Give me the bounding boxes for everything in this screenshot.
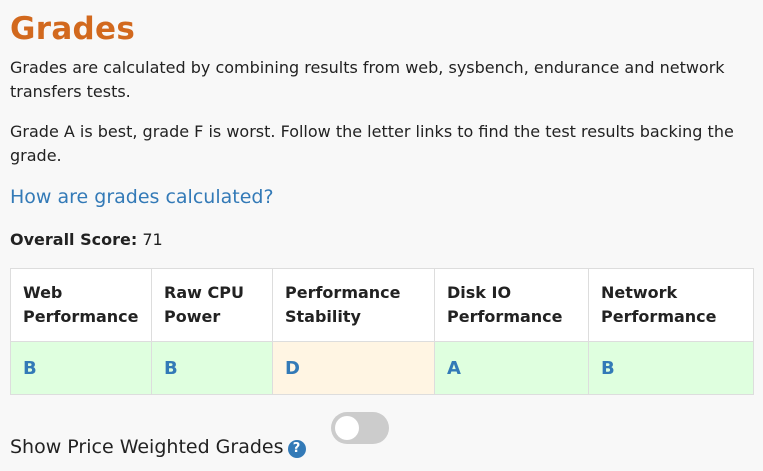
cell-raw-cpu-power: B: [151, 341, 273, 395]
cell-network-performance: B: [588, 341, 754, 395]
header-network-performance: Network Performance: [588, 268, 754, 342]
cell-disk-io-performance: A: [434, 341, 589, 395]
grades-page: Grades Grades are calculated by combinin…: [0, 0, 763, 471]
toggle-knob: [335, 416, 359, 440]
how-grades-calculated-link[interactable]: How are grades calculated?: [10, 184, 274, 210]
question-circle-icon[interactable]: ?: [287, 440, 306, 458]
cell-web-performance: B: [10, 341, 152, 395]
grades-table: Web Performance Raw CPU Power Performanc…: [10, 268, 754, 395]
header-disk-io-performance: Disk IO Performance: [434, 268, 589, 342]
overall-score-label: Overall Score:: [10, 230, 138, 249]
price-weighted-label-text: Show Price Weighted Grades: [10, 436, 284, 458]
price-weighted-label: Show Price Weighted Grades?: [10, 434, 306, 460]
header-performance-stability: Performance Stability: [272, 268, 435, 342]
grade-explanation-text: Grade A is best, grade F is worst. Follo…: [10, 122, 734, 165]
grade-link-network-performance[interactable]: B: [601, 358, 615, 379]
header-web-performance: Web Performance: [10, 268, 152, 342]
price-weighted-toggle[interactable]: [331, 412, 389, 444]
grade-link-raw-cpu-power[interactable]: B: [164, 358, 178, 379]
grade-link-performance-stability[interactable]: D: [285, 358, 300, 379]
grades-header-row: Web Performance Raw CPU Power Performanc…: [10, 268, 754, 342]
grade-link-web-performance[interactable]: B: [23, 358, 37, 379]
overall-score-value: 71: [142, 230, 163, 249]
grades-row: B B D A B: [10, 341, 754, 395]
header-raw-cpu-power: Raw CPU Power: [151, 268, 273, 342]
grade-link-disk-io-performance[interactable]: A: [447, 358, 461, 379]
cell-performance-stability: D: [272, 341, 435, 395]
page-title: Grades: [10, 11, 136, 47]
intro-text: Grades are calculated by combining resul…: [10, 58, 725, 101]
overall-score: Overall Score: 71: [10, 228, 163, 252]
